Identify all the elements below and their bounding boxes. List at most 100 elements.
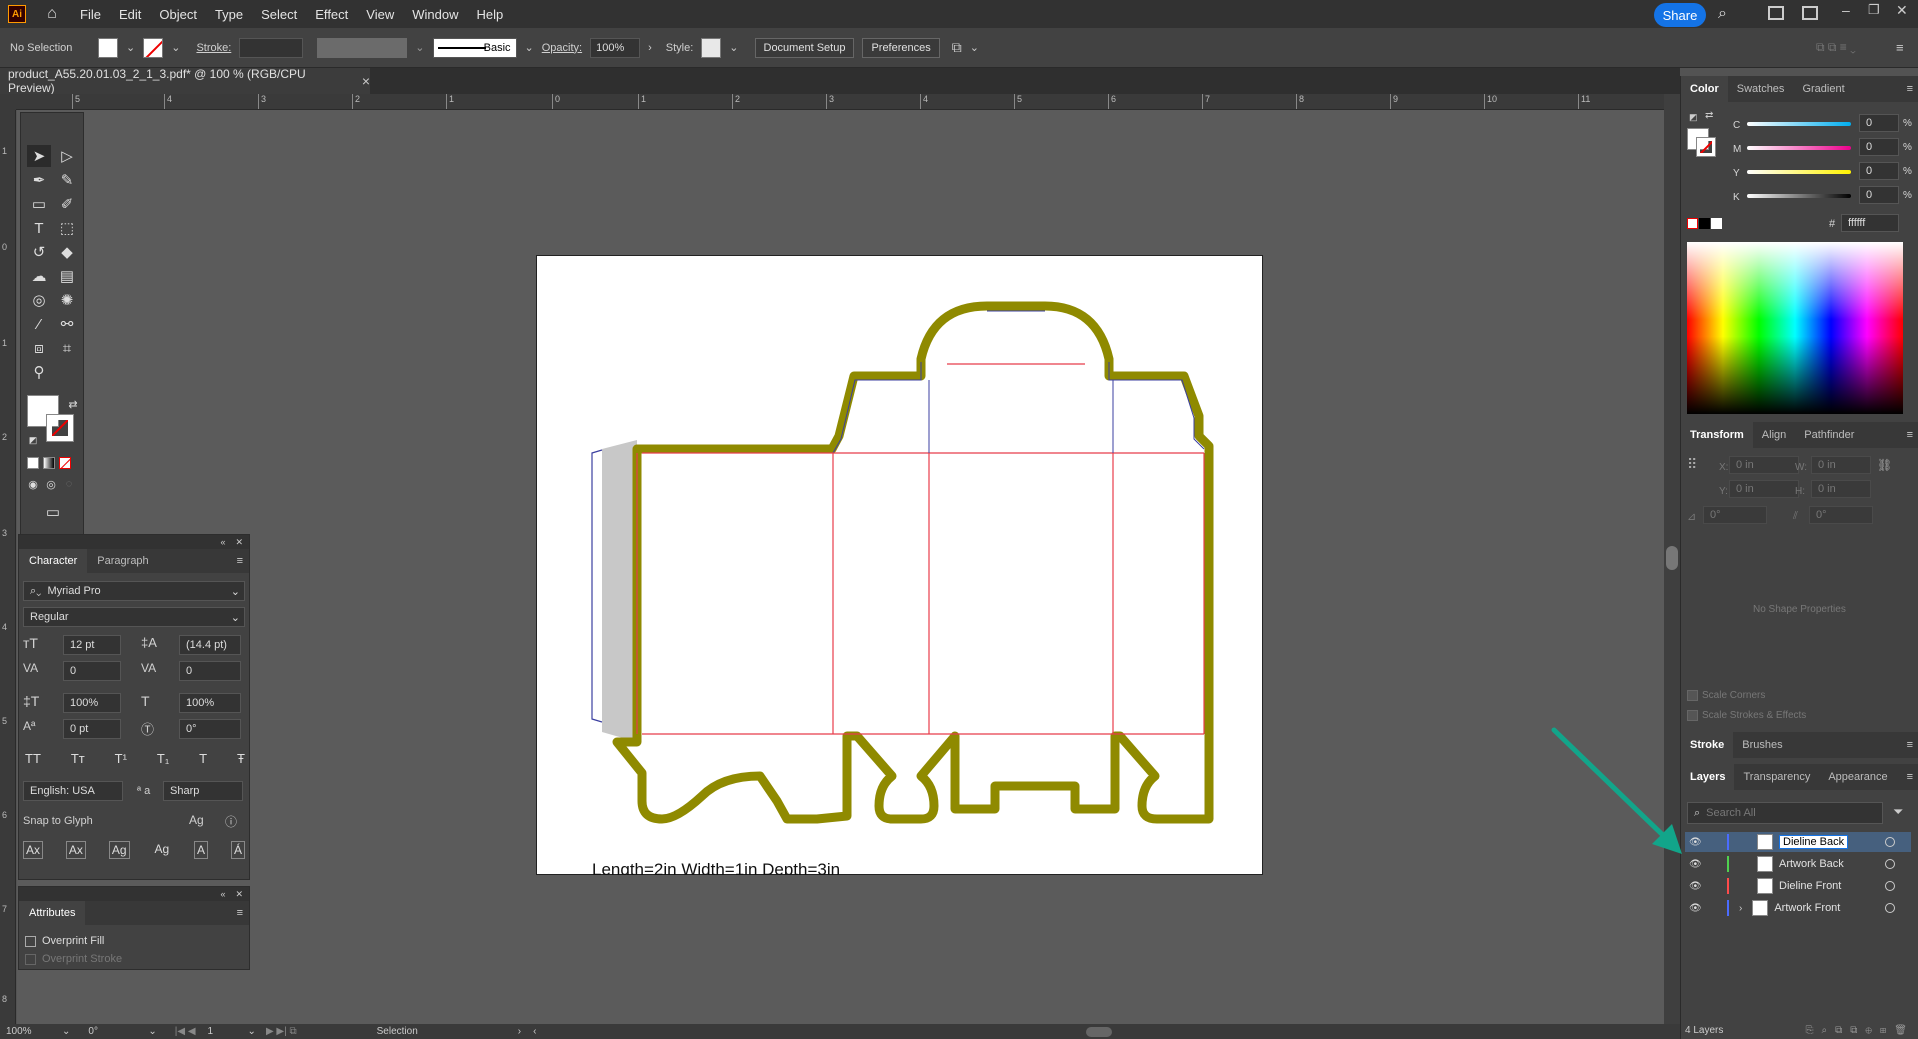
stroke-swatch[interactable] [143,37,164,58]
gradient-mode-icon[interactable] [43,457,55,469]
menu-file[interactable]: File [80,7,101,22]
font-size-field[interactable]: 12 pt [63,635,121,655]
stroke-color-box[interactable] [46,414,74,442]
snap-xheight-button[interactable]: Ax [65,841,86,859]
type-tool-icon[interactable]: T [27,217,51,239]
baseline-shift-field[interactable]: 0 pt [63,719,121,739]
layer-target-icon[interactable] [1885,859,1895,869]
pen-tool-icon[interactable]: ✒ [27,169,51,191]
all-caps-button[interactable]: TT [25,751,41,766]
superscript-button[interactable]: T¹ [115,751,127,766]
tab-transform[interactable]: Transform [1681,422,1753,448]
menu-view[interactable]: View [366,7,394,22]
symbol-sprayer-tool-icon[interactable]: ✺ [55,289,79,311]
zoom-tool-icon[interactable]: ⚲ [27,361,51,383]
chevron-down-icon[interactable]: ⌄ [171,41,180,54]
collapse-panel-icon[interactable]: « [220,537,225,547]
reference-point-icon[interactable]: ⠿ [1687,456,1697,473]
artboard[interactable] [536,255,1263,875]
menu-effect[interactable]: Effect [315,7,348,22]
menu-select[interactable]: Select [261,7,297,22]
expand-layer-icon[interactable]: › [1739,903,1742,914]
black-slider[interactable] [1747,194,1851,198]
gradient-tool-icon[interactable]: ▤ [55,265,79,287]
chevron-down-icon[interactable]: ⌄ [415,41,424,54]
yellow-field[interactable]: 0 [1859,162,1899,180]
artboard-nav-next-icons[interactable]: ▶ ▶| ⧉ [266,1026,297,1037]
screen-mode-icon[interactable]: ▭ [41,501,65,523]
overprint-fill-checkbox[interactable] [25,935,36,947]
graphic-style-swatch[interactable] [701,37,722,58]
layer-row-dieline-back[interactable]: 👁 Dieline Back [1685,832,1911,852]
yellow-slider[interactable] [1747,170,1851,174]
warp-tool-icon[interactable]: ☁ [27,265,51,287]
white-swatch[interactable] [1711,218,1722,229]
layer-target-icon[interactable] [1885,881,1895,891]
tab-attributes[interactable]: Attributes [19,901,86,925]
magenta-slider[interactable] [1747,146,1851,150]
eye-icon[interactable]: 👁 [1689,903,1703,914]
artboard-number[interactable]: 1 [208,1026,248,1037]
blend-tool-icon[interactable]: ⚯ [55,313,79,335]
chevron-right-icon[interactable]: › [648,42,652,54]
tab-paragraph[interactable]: Paragraph [87,549,158,573]
snap-bounds-button[interactable]: Ag [108,841,130,859]
chevron-down-icon[interactable]: ⌄ [248,1026,256,1037]
layer-row-artwork-front[interactable]: 👁 › Artwork Front [1685,898,1911,918]
opacity-field[interactable]: 100% [590,37,641,58]
arrange-icon[interactable]: ⧉ ⧉ ≡ ⌄ [1816,40,1856,55]
panel-menu-icon[interactable]: ≡ [1896,40,1904,55]
rotation-field[interactable]: 0° [88,1026,148,1037]
font-style-field[interactable]: Regular ⌄ [23,607,245,627]
fill-swatch[interactable] [98,37,118,58]
snap-proximity-button[interactable]: Ag [152,841,171,859]
constrain-proportions-icon[interactable]: ⛓ [1877,458,1892,472]
close-panel-icon[interactable]: ✕ [235,537,243,548]
collapse-panel-icon[interactable]: « [220,889,225,899]
eraser-tool-icon[interactable]: ◆ [55,241,79,263]
direct-selection-tool-icon[interactable]: ▷ [55,145,79,167]
panel-menu-icon[interactable]: ≡ [1907,83,1913,95]
panel-menu-icon[interactable]: ≡ [1907,771,1913,783]
chevron-down-icon[interactable]: ⌄ [231,611,240,624]
crop-tool-icon[interactable]: ⌗ [55,337,79,359]
chevron-down-icon[interactable]: ⌄ [970,41,979,54]
vertical-scale-field[interactable]: 100% [63,693,121,713]
align-options-icon[interactable]: ⧉ [952,39,962,56]
font-family-field[interactable]: ⌕⌄ Myriad Pro ⌄ [23,581,245,601]
preferences-button[interactable]: Preferences [862,37,940,58]
hex-field[interactable]: ffffff [1841,214,1899,232]
tab-gradient[interactable]: Gradient [1793,76,1853,102]
subscript-button[interactable]: T₁ [157,751,169,766]
curvature-tool-icon[interactable]: ✎ [55,169,79,191]
black-field[interactable]: 0 [1859,186,1899,204]
small-caps-button[interactable]: Tт [71,751,85,766]
artboard-nav-icons[interactable]: |◀ ◀ [175,1026,196,1037]
tab-appearance[interactable]: Appearance [1819,764,1896,790]
tracking-field[interactable]: 0 [179,661,241,681]
info-icon[interactable]: ⓘ [225,813,237,830]
tab-brushes[interactable]: Brushes [1733,732,1791,758]
language-field[interactable]: English: USA [23,781,123,801]
artboard-tool-icon[interactable]: ⬚ [55,217,79,239]
default-fill-stroke-icon[interactable]: ◩ [21,429,45,451]
tab-pathfinder[interactable]: Pathfinder [1795,422,1863,448]
layer-target-icon[interactable] [1885,903,1895,913]
swap-colors-icon[interactable]: ⇄ [1705,110,1713,121]
strikethrough-button[interactable]: Ŧ [237,751,245,766]
chevron-down-icon[interactable]: ⌄ [126,41,135,54]
default-colors-icon[interactable]: ◩ [1689,112,1698,123]
dieline-artwork[interactable] [537,256,1264,876]
vertical-ruler[interactable]: 1 0 1 2 3 4 5 6 7 8 [0,94,16,1024]
eye-icon[interactable]: 👁 [1689,881,1703,892]
close-tab-icon[interactable]: × [362,73,370,89]
stroke-weight-field[interactable] [239,37,304,58]
panel-menu-icon[interactable]: ≡ [1907,429,1913,441]
snap-angular-button[interactable]: A [194,841,209,859]
rotate-tool-icon[interactable]: ↺ [27,241,51,263]
tab-color[interactable]: Color [1681,76,1728,102]
cyan-slider[interactable] [1747,122,1851,126]
glyph-snap-options-icon[interactable]: Ag [189,813,204,827]
overprint-fill-row[interactable]: Overprint Fill [25,935,104,947]
brush-definition[interactable]: Basic [432,37,517,58]
